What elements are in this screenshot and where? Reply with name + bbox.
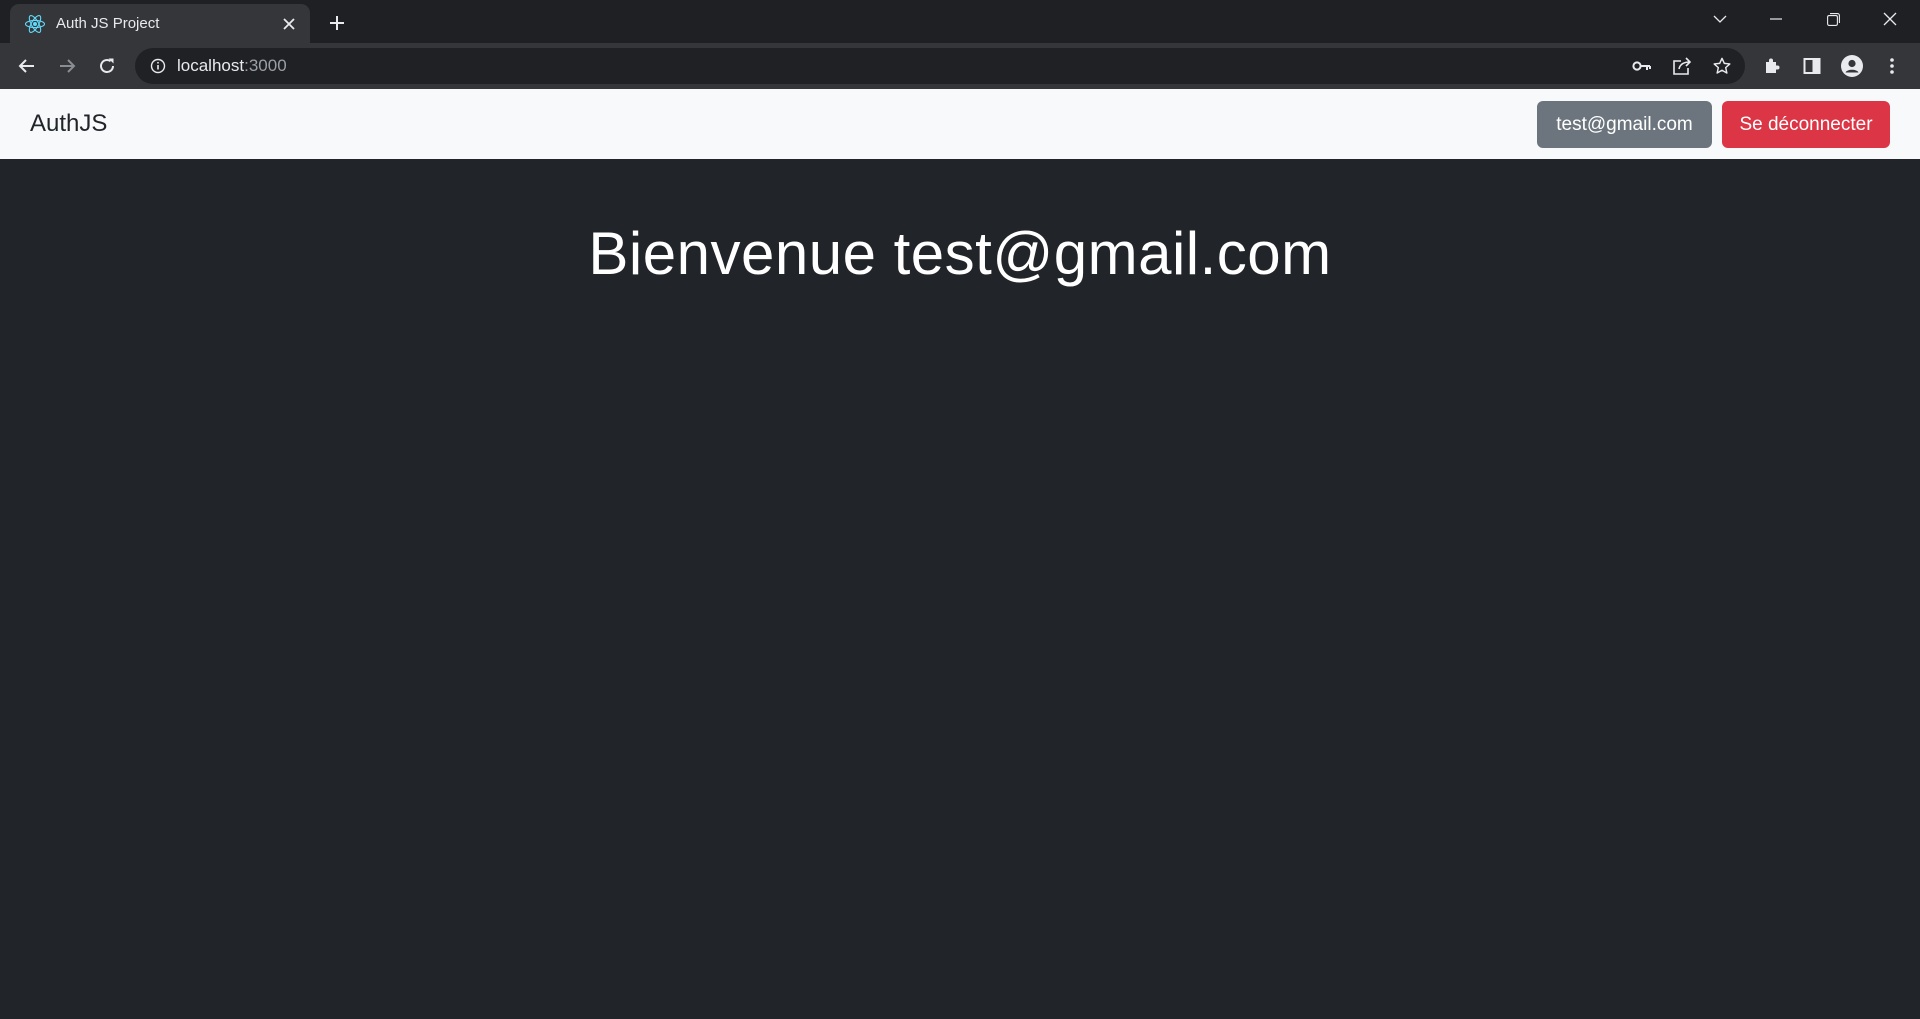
menu-kebab-icon[interactable] [1876,50,1908,82]
url-host: localhost [177,56,245,75]
star-icon[interactable] [1709,53,1735,79]
react-icon [24,13,46,35]
restore-icon[interactable] [1805,0,1861,38]
address-bar[interactable]: localhost:3000 [135,48,1745,84]
site-info-icon[interactable] [149,57,167,75]
new-tab-button[interactable] [322,8,352,38]
browser-toolbar: localhost:3000 [0,43,1920,89]
address-url[interactable]: localhost:3000 [177,48,287,84]
navbar-brand[interactable]: AuthJS [30,89,107,159]
reload-icon[interactable] [91,50,123,82]
url-port: :3000 [244,56,287,75]
browser-tab[interactable]: Auth JS Project [10,4,310,43]
key-icon[interactable] [1629,53,1655,79]
main-content: Bienvenue test@gmail.com [0,159,1920,1019]
close-tab-icon[interactable] [278,13,300,35]
profile-avatar-icon[interactable] [1836,50,1868,82]
browser-tab-strip: Auth JS Project [0,0,1920,43]
back-arrow-icon[interactable] [11,50,43,82]
extensions-puzzle-icon[interactable] [1756,50,1788,82]
logout-button[interactable]: Se déconnecter [1722,101,1890,148]
side-panel-icon[interactable] [1796,50,1828,82]
forward-arrow-icon[interactable] [51,50,83,82]
close-window-icon[interactable] [1862,0,1918,38]
tab-title: Auth JS Project [56,15,160,32]
minimize-icon[interactable] [1748,0,1804,38]
tab-search-icon[interactable] [1692,0,1748,38]
user-email-button[interactable]: test@gmail.com [1537,101,1712,148]
share-icon[interactable] [1669,53,1695,79]
welcome-heading: Bienvenue test@gmail.com [588,220,1332,287]
app-navbar: AuthJS test@gmail.com Se déconnecter [0,89,1920,159]
